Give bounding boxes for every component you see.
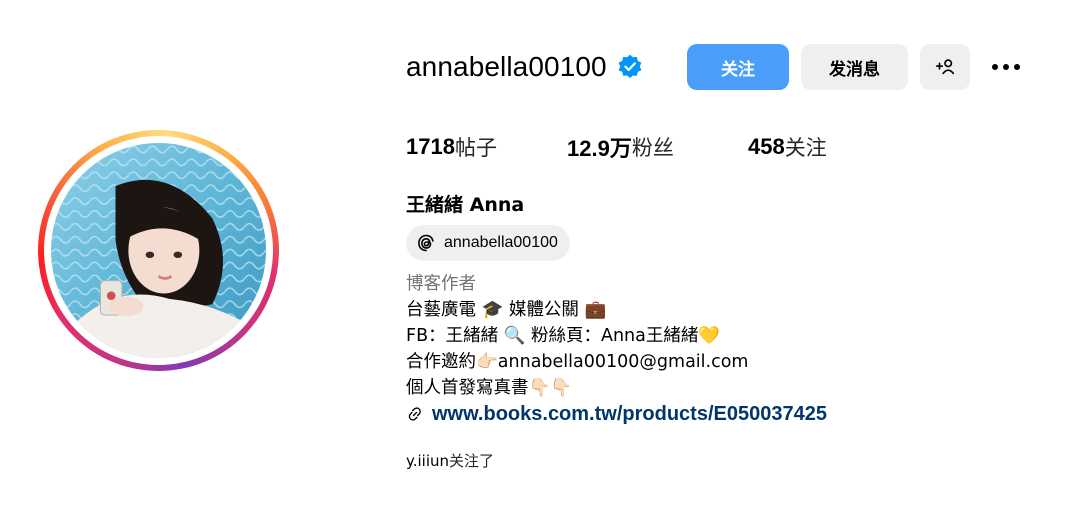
followed-by[interactable]: y.iiiun关注了: [406, 450, 494, 471]
bio: 博客作者 台藝廣電 🎓 媒體公關 💼 FB：王緒緒 🔍 粉絲頁：Anna王緒緒💛…: [406, 271, 827, 427]
follow-button[interactable]: 关注: [687, 44, 789, 90]
suggest-users-button[interactable]: [920, 44, 970, 90]
profile-avatar[interactable]: [51, 143, 266, 358]
followers-label: 粉丝: [631, 136, 674, 160]
posts-stat: 1718 帖子: [406, 131, 497, 163]
link-icon: [406, 405, 424, 423]
profile-header: annabella00100: [406, 44, 643, 90]
add-user-icon: [935, 59, 955, 75]
following-label: 关注: [784, 136, 827, 160]
more-options-icon[interactable]: [986, 44, 1026, 90]
username: annabella00100: [406, 51, 607, 82]
followers-count: 12.9万: [567, 136, 632, 161]
bio-line: 合作邀約👉🏻annabella00100@gmail.com: [406, 352, 749, 372]
bio-line: FB：王緒緒 🔍 粉絲頁：Anna王緒緒💛: [406, 326, 721, 346]
profile-category: 博客作者: [406, 274, 476, 294]
profile-avatar-ring[interactable]: [38, 130, 279, 371]
threads-badge[interactable]: annabella00100: [406, 225, 570, 261]
avatar-photo: [51, 143, 266, 358]
threads-icon: [416, 233, 436, 253]
following-stat[interactable]: 458 关注: [748, 131, 827, 163]
posts-label: 帖子: [454, 136, 497, 160]
threads-handle: annabella00100: [444, 234, 558, 251]
following-count: 458: [748, 134, 785, 159]
followed-by-suffix: 关注了: [449, 452, 495, 470]
posts-count: 1718: [406, 134, 455, 159]
bio-link[interactable]: www.books.com.tw/products/E050037425: [406, 401, 827, 427]
bio-line: 台藝廣電 🎓 媒體公關 💼: [406, 300, 607, 320]
followers-stat[interactable]: 12.9万 粉丝: [567, 131, 674, 163]
bio-link-text: www.books.com.tw/products/E050037425: [432, 403, 827, 425]
followed-by-user: y.iiiun: [406, 452, 450, 470]
bio-line: 個人首發寫真書👇🏻👇🏻: [406, 378, 573, 398]
message-button[interactable]: 发消息: [801, 44, 908, 90]
verified-badge-icon: [617, 54, 643, 80]
full-name: 王緒緒 Anna: [406, 194, 525, 216]
